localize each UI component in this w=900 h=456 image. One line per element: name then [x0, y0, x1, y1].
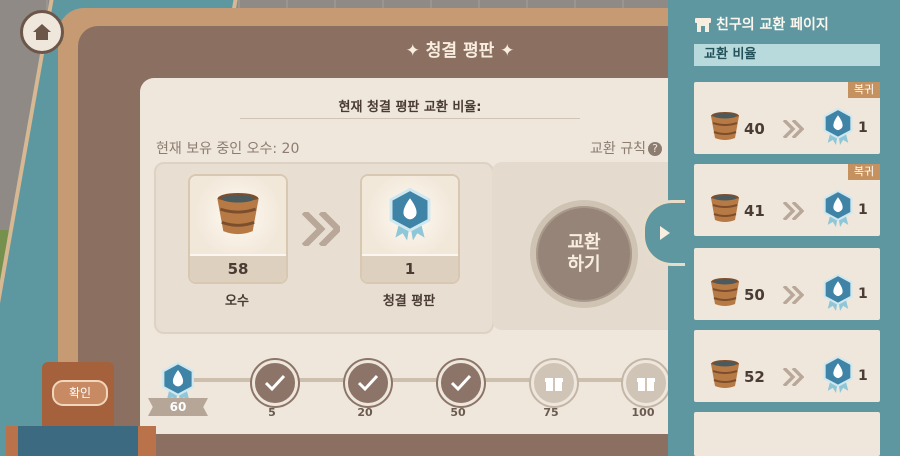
water-medal-icon — [823, 190, 853, 228]
bucket-icon — [710, 359, 740, 389]
gift-icon — [545, 378, 563, 391]
exchange-rate-subtitle: 현재 청결 평판 교환 비율: — [338, 100, 482, 115]
page-title: ✦ 청결 평판 ✦ — [405, 41, 515, 61]
double-chevron-icon — [302, 212, 340, 246]
checkmark-icon — [264, 374, 286, 392]
owned-water-text: 현재 보유 중인 오수: 20 — [156, 141, 300, 157]
rate-header: 교환 비율 — [694, 44, 880, 66]
exchange-rules-link[interactable]: 교환 규칙? — [590, 138, 662, 158]
water-medal-icon — [389, 188, 431, 242]
water-amount: 40 — [744, 120, 765, 138]
return-tag: 복귀 — [848, 82, 880, 98]
rate-row[interactable]: 복귀 40 1 — [694, 82, 880, 154]
milestone-claimed[interactable] — [252, 360, 298, 406]
double-chevron-icon — [782, 202, 804, 220]
divider — [240, 118, 580, 119]
bucket-icon — [215, 191, 261, 236]
reputation-amount: 1 — [858, 120, 868, 136]
clean-reputation-amount: 1 — [362, 256, 458, 282]
milestone-gift[interactable] — [531, 360, 577, 406]
bucket-icon — [710, 111, 740, 141]
rate-row[interactable]: 50 1 — [694, 248, 880, 320]
milestone-claimed[interactable] — [438, 360, 484, 406]
triangle-right-icon — [660, 226, 670, 240]
current-medal-icon — [162, 362, 194, 404]
double-chevron-icon — [782, 286, 804, 304]
double-chevron-icon — [782, 120, 804, 138]
question-icon: ? — [647, 142, 662, 156]
dirty-water-label: 오수 — [225, 294, 249, 309]
shop-icon — [695, 18, 711, 32]
milestone-label: 5 — [268, 406, 276, 419]
milestone-label: 50 — [450, 406, 466, 419]
dirty-water-card: 58 — [188, 174, 288, 284]
bucket-icon — [710, 193, 740, 223]
bucket-icon — [710, 277, 740, 307]
water-amount: 41 — [744, 202, 765, 220]
reputation-amount: 1 — [858, 368, 868, 384]
rate-row[interactable]: 복귀 41 1 — [694, 164, 880, 236]
side-panel-title-text: 친구의 교환 페이지 — [716, 17, 829, 33]
milestone-label: 75 — [543, 406, 559, 419]
home-button[interactable] — [20, 10, 64, 54]
water-medal-icon — [823, 356, 853, 394]
milestone-gift[interactable] — [623, 360, 669, 406]
rules-label: 교환 규칙 — [590, 141, 646, 157]
double-chevron-icon — [782, 368, 804, 386]
water-amount: 52 — [744, 368, 765, 386]
milestone-claimed[interactable] — [345, 360, 391, 406]
reputation-amount: 1 — [858, 202, 868, 218]
water-medal-icon — [823, 274, 853, 312]
water-amount: 50 — [744, 286, 765, 304]
checkmark-icon — [450, 374, 472, 392]
exchange-button[interactable]: 교환 하기 — [530, 200, 638, 308]
water-medal-icon — [823, 108, 853, 146]
clean-reputation-card: 1 — [360, 174, 460, 284]
milestone-label: 20 — [357, 406, 373, 419]
return-tag: 복귀 — [848, 164, 880, 180]
table-cloth — [18, 426, 138, 456]
exchange-button-line1: 교환 — [567, 232, 601, 253]
rate-row-partial[interactable] — [694, 412, 880, 456]
milestone-label: 100 — [631, 406, 655, 419]
side-panel-title: 친구의 교환 페이지 — [694, 14, 829, 34]
checkmark-icon — [357, 374, 379, 392]
confirm-button[interactable]: 확인 — [52, 380, 108, 406]
current-reputation-badge: 60 — [148, 398, 208, 416]
reputation-amount: 1 — [858, 286, 868, 302]
rate-row[interactable]: 52 1 — [694, 330, 880, 402]
home-icon — [33, 24, 51, 40]
dirty-water-amount: 58 — [190, 256, 286, 282]
clean-reputation-label: 청결 평판 — [382, 294, 436, 309]
gift-icon — [637, 378, 655, 391]
exchange-button-line2: 하기 — [567, 254, 601, 275]
